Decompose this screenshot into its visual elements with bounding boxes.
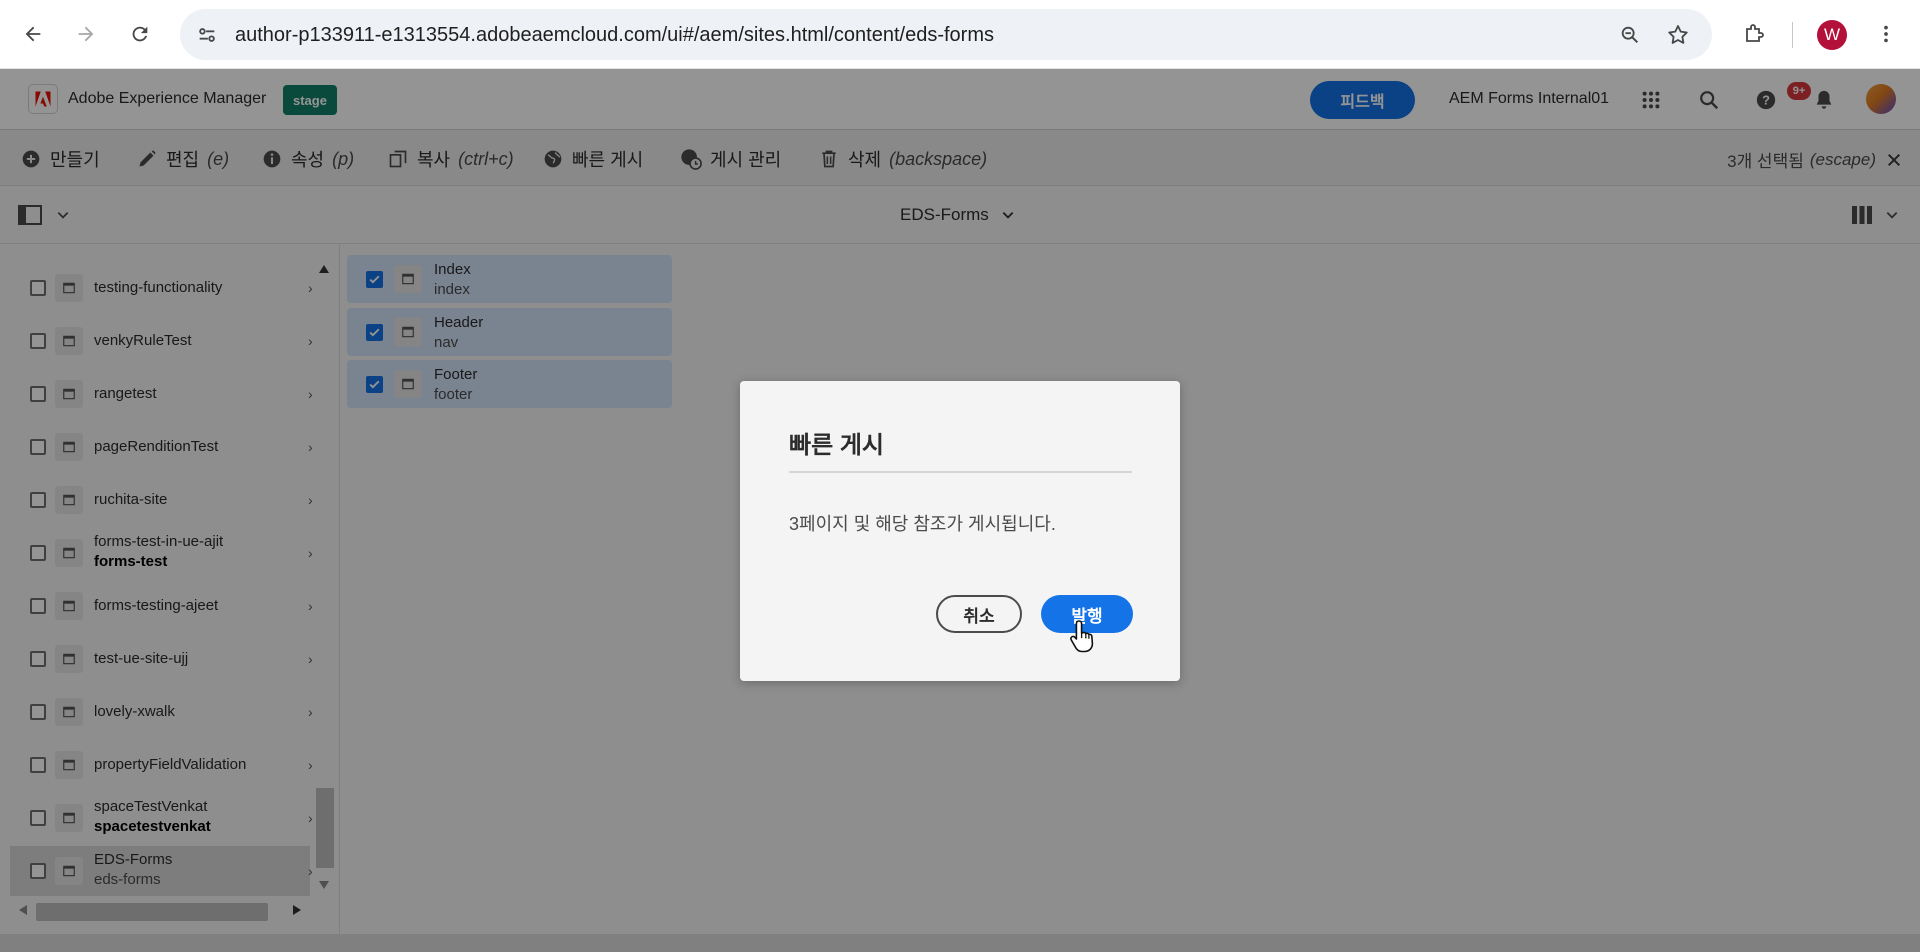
arrow-right-icon [78, 26, 94, 42]
toolbar-divider [1792, 22, 1793, 48]
zoom-icon[interactable] [1617, 22, 1643, 48]
browser-menu-button[interactable] [1866, 14, 1906, 54]
browser-toolbar: author-p133911-e1313554.adobeaemcloud.co… [0, 0, 1920, 69]
reload-button[interactable] [120, 14, 160, 54]
profile-avatar[interactable]: W [1817, 20, 1847, 50]
kebab-menu-icon [1884, 25, 1888, 43]
site-info-icon[interactable] [194, 22, 220, 48]
dialog-title: 빠른 게시 [789, 432, 884, 459]
quick-publish-dialog: 빠른 게시 3페이지 및 해당 참조가 게시됩니다. 취소 발행 [740, 381, 1180, 681]
cancel-button[interactable]: 취소 [936, 595, 1022, 633]
forward-button[interactable] [66, 14, 106, 54]
dialog-message: 3페이지 및 해당 참조가 게시됩니다. [789, 514, 1056, 534]
reload-icon [132, 26, 148, 42]
dialog-divider [789, 471, 1132, 473]
url-text[interactable]: author-p133911-e1313554.adobeaemcloud.co… [235, 24, 994, 47]
address-bar[interactable]: author-p133911-e1313554.adobeaemcloud.co… [180, 9, 1712, 60]
extensions-button[interactable] [1734, 14, 1774, 54]
puzzle-icon [1746, 24, 1764, 42]
hand-pointer-cursor-icon [1070, 620, 1094, 653]
arrow-left-icon [25, 26, 41, 42]
back-button[interactable] [13, 14, 53, 54]
bookmark-star-icon[interactable] [1665, 22, 1691, 48]
